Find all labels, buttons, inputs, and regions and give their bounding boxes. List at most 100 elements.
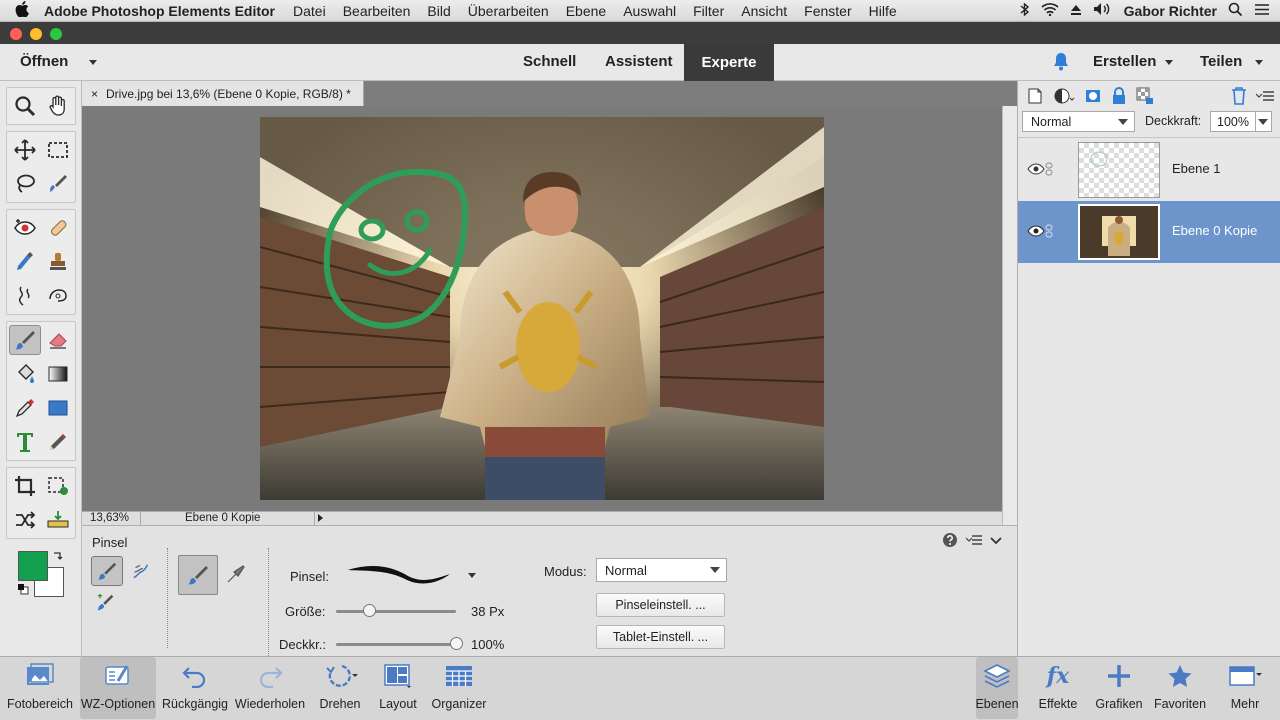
- spot-healing-brush-icon[interactable]: [42, 213, 74, 243]
- close-window-button[interactable]: [10, 28, 22, 40]
- brush-tool-icon[interactable]: [9, 325, 41, 355]
- blend-mode-select[interactable]: Normal: [1022, 111, 1135, 132]
- brush-mode-icon[interactable]: [91, 556, 123, 586]
- layer-opacity-field[interactable]: 100%: [1210, 111, 1272, 132]
- rectangle-shape-tool-icon[interactable]: [42, 393, 74, 423]
- open-button[interactable]: Öffnen: [20, 53, 68, 70]
- share-button[interactable]: Teilen: [1200, 53, 1242, 70]
- menu-ansicht[interactable]: Ansicht: [741, 3, 787, 19]
- create-button[interactable]: Erstellen: [1093, 53, 1156, 70]
- menu-ebene[interactable]: Ebene: [566, 3, 606, 19]
- brush-picker-arrow-icon[interactable]: [468, 573, 476, 578]
- pencil-tool-icon[interactable]: [42, 427, 74, 457]
- adjustment-layer-icon[interactable]: [1053, 87, 1075, 108]
- volume-icon[interactable]: [1093, 2, 1113, 19]
- menu-auswahl[interactable]: Auswahl: [623, 3, 676, 19]
- blur-tool-icon[interactable]: [9, 281, 41, 311]
- menu-bearbeiten[interactable]: Bearbeiten: [343, 3, 411, 19]
- eraser-tool-icon[interactable]: [42, 325, 74, 355]
- type-tool-icon[interactable]: [9, 427, 41, 457]
- layer-row-ebene-1[interactable]: Ebene 1: [1018, 139, 1280, 201]
- notification-list-icon[interactable]: [1254, 3, 1270, 19]
- paint-bucket-tool-icon[interactable]: [9, 359, 41, 389]
- smart-brush-icon[interactable]: [9, 247, 41, 277]
- wifi-icon[interactable]: [1041, 2, 1059, 19]
- layout-button[interactable]: Layout: [374, 657, 422, 719]
- zoom-tool-icon[interactable]: [9, 91, 41, 121]
- content-aware-move-tool-icon[interactable]: [9, 505, 41, 535]
- layer-name-ebene-0-kopie[interactable]: Ebene 0 Kopie: [1172, 223, 1257, 238]
- mode-select[interactable]: Normal: [596, 558, 727, 582]
- menu-datei[interactable]: Datei: [293, 3, 326, 19]
- share-dropdown-chevron-icon[interactable]: [1255, 60, 1263, 65]
- swap-colors-icon[interactable]: [52, 551, 64, 566]
- document-photo[interactable]: [260, 117, 824, 500]
- minimize-window-button[interactable]: [30, 28, 42, 40]
- zoom-window-button[interactable]: [50, 28, 62, 40]
- gradient-tool-icon[interactable]: [42, 359, 74, 389]
- graphics-button[interactable]: Grafiken: [1094, 657, 1144, 719]
- layers-panel-menu-icon[interactable]: [1255, 90, 1274, 105]
- document-tab[interactable]: × Drive.jpg bei 13,6% (Ebene 0 Kopie, RG…: [82, 81, 364, 106]
- move-tool-icon[interactable]: [9, 135, 41, 165]
- more-button[interactable]: Mehr: [1220, 657, 1270, 719]
- layer-row-ebene-0-kopie[interactable]: Ebene 0 Kopie: [1018, 201, 1280, 263]
- redo-button[interactable]: Wiederholen: [232, 657, 308, 719]
- sponge-tool-icon[interactable]: [42, 281, 74, 311]
- layer-mask-icon[interactable]: [1084, 87, 1102, 108]
- delete-layer-icon[interactable]: [1231, 86, 1247, 108]
- layer-link-icon[interactable]: [1045, 224, 1053, 241]
- menu-hilfe[interactable]: Hilfe: [869, 3, 897, 19]
- layer-visibility-eye-icon[interactable]: [1027, 225, 1045, 240]
- layers-panel-button[interactable]: Ebenen: [975, 657, 1019, 719]
- eyedropper-tool-icon[interactable]: [9, 393, 41, 423]
- new-layer-icon[interactable]: [1026, 87, 1044, 108]
- crop-tool-icon[interactable]: [9, 471, 41, 501]
- lock-all-icon[interactable]: [1111, 86, 1127, 108]
- menu-bild[interactable]: Bild: [427, 3, 450, 19]
- hand-tool-icon[interactable]: [42, 91, 74, 121]
- color-replacement-icon[interactable]: [92, 590, 120, 616]
- favorites-button[interactable]: Favoriten: [1152, 657, 1208, 719]
- opacity-slider[interactable]: [336, 643, 456, 646]
- app-name[interactable]: Adobe Photoshop Elements Editor: [44, 3, 275, 19]
- quick-selection-tool-icon[interactable]: [42, 169, 74, 199]
- user-name[interactable]: Gabor Richter: [1124, 3, 1217, 19]
- airbrush-icon[interactable]: [224, 562, 248, 589]
- layer-name-ebene-1[interactable]: Ebene 1: [1172, 161, 1220, 176]
- spotlight-search-icon[interactable]: [1228, 2, 1243, 20]
- lasso-tool-icon[interactable]: [9, 169, 41, 199]
- size-slider[interactable]: [336, 610, 456, 613]
- impressionist-brush-icon[interactable]: [127, 558, 155, 586]
- tablet-settings-button[interactable]: Tablet-Einstell. ...: [596, 625, 725, 649]
- menu-filter[interactable]: Filter: [693, 3, 724, 19]
- effects-button[interactable]: fx Effekte: [1034, 657, 1082, 719]
- mode-expert-tab[interactable]: Experte: [684, 44, 774, 81]
- default-colors-icon[interactable]: [17, 583, 29, 598]
- undo-button[interactable]: Rückgängig: [160, 657, 230, 719]
- clone-stamp-tool-icon[interactable]: [42, 247, 74, 277]
- zoom-level[interactable]: 13,63%: [90, 512, 129, 524]
- notification-bell-icon[interactable]: [1052, 52, 1070, 75]
- collapse-chevron-icon[interactable]: [990, 534, 1002, 549]
- brush-stroke-preview[interactable]: [344, 562, 454, 589]
- mode-quick-tab[interactable]: Schnell: [523, 53, 576, 70]
- apple-logo-icon[interactable]: [0, 0, 44, 21]
- size-slider-knob[interactable]: [363, 604, 377, 617]
- help-icon[interactable]: [942, 532, 958, 551]
- brush-preset-icon[interactable]: [178, 555, 218, 595]
- brush-settings-button[interactable]: Pinseleinstell. ...: [596, 593, 725, 617]
- eject-icon[interactable]: [1070, 3, 1082, 19]
- layer-visibility-eye-icon[interactable]: [1027, 163, 1045, 178]
- tool-options-button[interactable]: WZ-Optionen: [80, 657, 156, 719]
- create-dropdown-chevron-icon[interactable]: [1165, 60, 1173, 65]
- organizer-button[interactable]: Organizer: [428, 657, 490, 719]
- rectangular-marquee-tool-icon[interactable]: [42, 135, 74, 165]
- menu-fenster[interactable]: Fenster: [804, 3, 851, 19]
- straighten-tool-icon[interactable]: [42, 505, 74, 535]
- menu-ueberarbeiten[interactable]: Überarbeiten: [468, 3, 549, 19]
- panel-menu-icon[interactable]: [965, 534, 982, 549]
- bluetooth-icon[interactable]: [1020, 1, 1030, 20]
- layer-opacity-dropdown-icon[interactable]: [1255, 112, 1271, 131]
- photo-bin-button[interactable]: Fotobereich: [4, 657, 76, 719]
